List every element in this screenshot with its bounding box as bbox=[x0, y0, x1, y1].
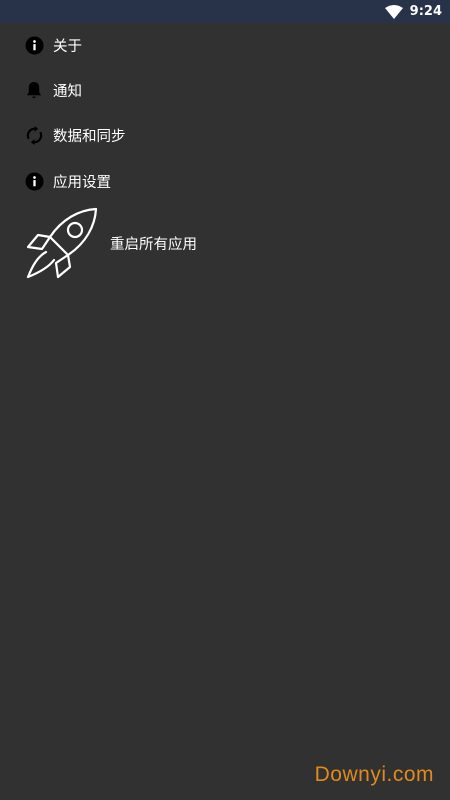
rocket-icon bbox=[26, 207, 98, 279]
menu-item-data-sync[interactable]: 数据和同步 bbox=[0, 113, 450, 157]
info-icon bbox=[24, 171, 44, 191]
menu-item-about[interactable]: 关于 bbox=[0, 23, 450, 67]
bell-icon bbox=[24, 80, 44, 100]
restart-all-apps-button[interactable]: 重启所有应用 bbox=[0, 205, 450, 283]
menu-item-app-settings[interactable]: 应用设置 bbox=[0, 159, 450, 203]
sync-icon bbox=[24, 125, 44, 145]
status-time: 9:24 bbox=[409, 4, 442, 19]
restart-label: 重启所有应用 bbox=[110, 237, 197, 253]
wifi-icon bbox=[384, 4, 403, 19]
menu-item-notifications[interactable]: 通知 bbox=[0, 68, 450, 112]
menu-item-label: 数据和同步 bbox=[53, 128, 126, 145]
menu-item-label: 关于 bbox=[53, 38, 82, 55]
watermark-logo: Downyi.com bbox=[314, 763, 434, 786]
status-bar: 9:24 bbox=[0, 0, 450, 23]
menu-item-label: 通知 bbox=[53, 83, 82, 100]
info-icon bbox=[24, 35, 44, 55]
menu-item-label: 应用设置 bbox=[53, 174, 111, 191]
